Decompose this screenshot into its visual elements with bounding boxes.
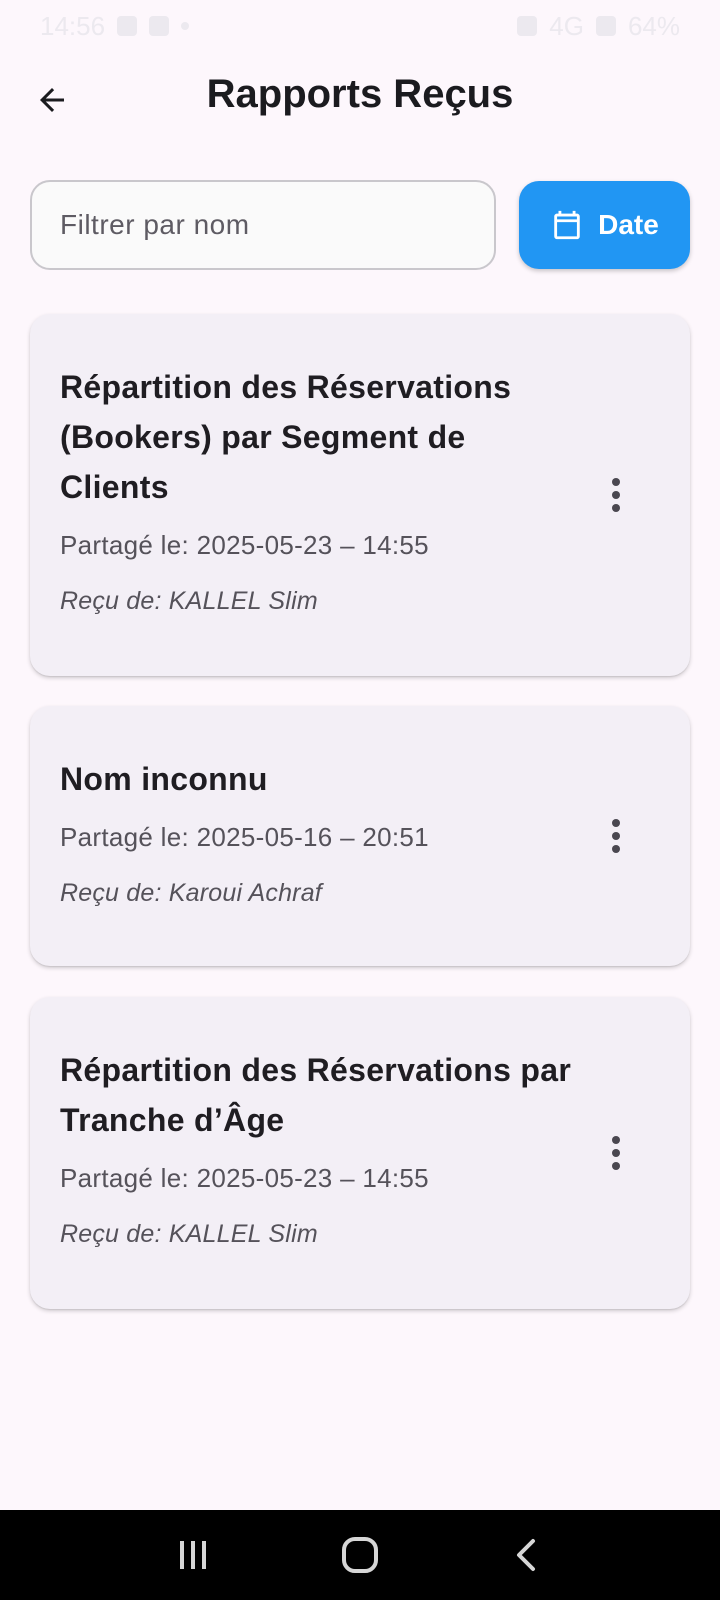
recents-icon — [180, 1541, 207, 1569]
name-filter-input[interactable] — [30, 180, 496, 270]
screen: 14:56 4G 64% Rapports Reçus Date Rép — [0, 0, 720, 1600]
date-filter-button[interactable]: Date — [519, 181, 690, 269]
more-options-button[interactable] — [594, 806, 638, 866]
recents-button[interactable] — [163, 1525, 223, 1585]
report-shared-date: Partagé le: 2025-05-16 – 20:51 — [60, 822, 429, 852]
more-vert-icon — [612, 478, 620, 486]
network-type: 4G — [549, 10, 584, 41]
status-left: 14:56 — [40, 10, 190, 42]
notification-icon — [117, 16, 138, 36]
more-vert-icon — [612, 819, 620, 827]
alarm-icon — [517, 16, 538, 36]
home-icon — [341, 1537, 378, 1573]
more-options-button[interactable] — [594, 465, 638, 525]
report-card[interactable]: Répartition des Réservations par Tranche… — [30, 997, 690, 1309]
status-time: 14:56 — [40, 10, 106, 41]
more-options-button[interactable] — [594, 1123, 638, 1183]
report-shared-date: Partagé le: 2025-05-23 – 14:55 — [60, 530, 429, 560]
home-button[interactable] — [330, 1525, 390, 1585]
date-button-label: Date — [598, 209, 659, 240]
calendar-icon — [554, 210, 580, 240]
page-title: Rapports Reçus — [206, 72, 514, 116]
app-bar: Rapports Reçus — [0, 56, 720, 140]
nav-back-button[interactable] — [497, 1525, 557, 1585]
battery-level: 64% — [627, 10, 680, 41]
more-notifications-icon — [181, 22, 190, 30]
report-shared-date: Partagé le: 2025-05-23 – 14:55 — [60, 1163, 429, 1193]
report-sender: Reçu de: KALLEL Slim — [60, 1220, 318, 1248]
report-title: Répartition des Réservations par Tranche… — [60, 1052, 572, 1138]
signal-icon — [595, 16, 616, 36]
report-title: Répartition des Réservations (Bookers) p… — [60, 369, 512, 505]
report-card[interactable]: Nom inconnu Partagé le: 2025-05-16 – 20:… — [30, 706, 690, 966]
report-title: Nom inconnu — [60, 761, 268, 797]
back-icon — [516, 1539, 535, 1571]
card-content: Répartition des Réservations (Bookers) p… — [60, 362, 580, 616]
report-sender: Reçu de: Karoui Achraf — [60, 879, 322, 907]
report-card[interactable]: Répartition des Réservations (Bookers) p… — [30, 314, 690, 676]
card-content: Nom inconnu Partagé le: 2025-05-16 – 20:… — [60, 754, 580, 908]
system-navigation-bar — [0, 1510, 720, 1600]
status-bar: 14:56 4G 64% — [0, 0, 720, 52]
notification-icon — [149, 16, 170, 36]
status-right: 4G 64% — [517, 11, 680, 42]
more-vert-icon — [612, 1136, 620, 1144]
report-sender: Reçu de: KALLEL Slim — [60, 587, 318, 615]
card-content: Répartition des Réservations par Tranche… — [60, 1045, 580, 1249]
